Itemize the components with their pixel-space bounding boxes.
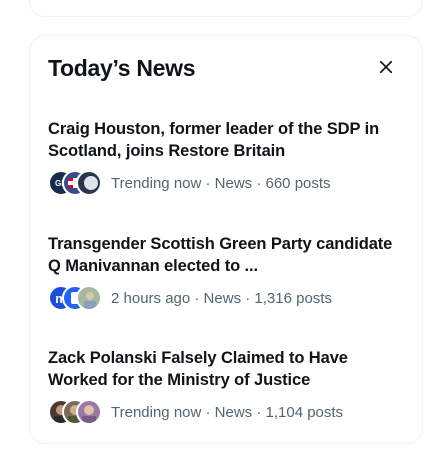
avatar-stack	[48, 399, 111, 425]
avatar	[76, 170, 102, 196]
story-meta: Trending now · News · 1,104 posts	[48, 399, 408, 425]
avatar-stack: m	[48, 285, 111, 311]
story-headline: Craig Houston, former leader of the SDP …	[48, 120, 380, 160]
avatar-stack: GB	[48, 170, 111, 196]
story-headline: Transgender Scottish Green Party candida…	[48, 235, 393, 275]
avatar	[76, 399, 102, 425]
story-meta-text: Trending now · News · 660 posts	[111, 174, 331, 192]
news-story[interactable]: Zack Polanski Falsely Claimed to Have Wo…	[48, 347, 408, 425]
story-meta: m 2 hours ago · News · 1,316 posts	[48, 285, 408, 311]
news-story[interactable]: Transgender Scottish Green Party candida…	[48, 233, 408, 311]
story-meta-text: 2 hours ago · News · 1,316 posts	[111, 289, 332, 307]
story-headline: Zack Polanski Falsely Claimed to Have Wo…	[48, 349, 348, 389]
panel-title: Today’s News	[48, 55, 196, 81]
story-meta: GB Trending now · News · 660 posts	[48, 170, 408, 196]
close-button[interactable]	[368, 51, 404, 87]
previous-card-bottom	[29, 0, 423, 17]
story-meta-text: Trending now · News · 1,104 posts	[111, 403, 344, 421]
avatar	[76, 285, 102, 311]
close-icon	[377, 58, 395, 81]
news-story[interactable]: Craig Houston, former leader of the SDP …	[48, 118, 408, 196]
todays-news-panel: Today’s News Craig Houston, former leade…	[29, 35, 423, 444]
